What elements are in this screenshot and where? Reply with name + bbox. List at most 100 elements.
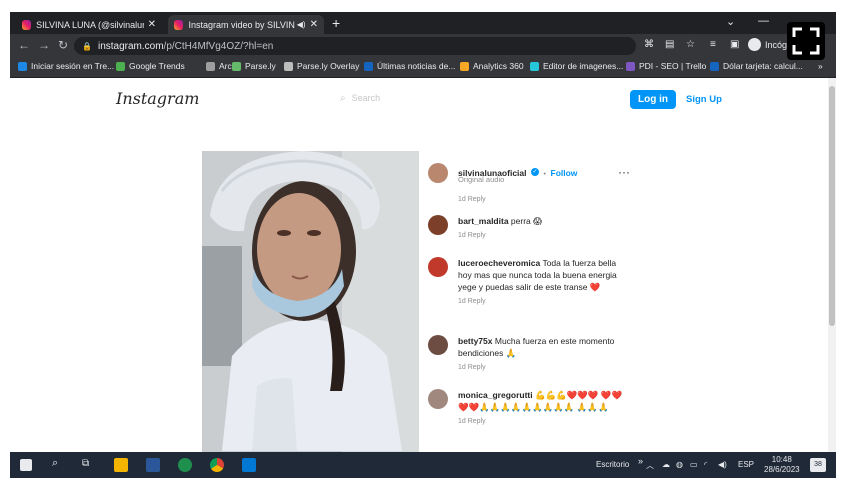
back-icon[interactable]: ← — [18, 38, 30, 52]
volume-icon[interactable]: ◀) — [718, 460, 727, 469]
search-box[interactable]: ⌕ Search — [340, 90, 450, 106]
bookmark-item[interactable]: Arc — [206, 61, 232, 71]
forward-icon[interactable]: → — [38, 38, 50, 52]
notification-center-badge[interactable]: 38 — [810, 458, 826, 472]
close-tab-icon[interactable]: ✕ — [310, 19, 318, 30]
speaker-icon[interactable]: ◀) — [297, 20, 306, 29]
close-tab-icon[interactable]: ✕ — [148, 19, 156, 30]
address-toolbar: ← → ↻ 🔒 instagram.com /p/CtH4MfVg4OZ/?hl… — [10, 34, 836, 58]
comment-meta[interactable]: 1d Reply — [458, 230, 626, 242]
bookmark-item[interactable]: Parse.ly — [232, 61, 276, 71]
reload-icon[interactable]: ↻ — [58, 38, 68, 52]
chevron-icon[interactable]: » — [638, 456, 643, 466]
tab-profile[interactable]: SILVINA LUNA (@silvinalunaofici ✕ — [16, 15, 162, 34]
signup-link[interactable]: Sign Up — [686, 94, 722, 105]
language-indicator[interactable]: ESP — [738, 460, 754, 469]
bookmark-item[interactable]: Últimas noticias de... — [364, 61, 455, 71]
file-explorer-icon[interactable] — [114, 458, 128, 472]
bookmarks-bar: Iniciar sesión en Tre... Google Trends Arc… — [10, 58, 836, 78]
qr-icon[interactable]: ⌘ — [644, 39, 654, 50]
lock-icon: 🔒 — [82, 41, 92, 51]
instagram-favicon-icon — [22, 19, 32, 30]
bookmark-label: Últimas noticias de... — [377, 61, 456, 71]
comment-username[interactable]: betty75x — [458, 336, 493, 346]
incognito-profile[interactable]: Incógn — [748, 38, 792, 51]
bookmark-item[interactable]: Analytics 360 — [460, 61, 524, 71]
bookmark-item[interactable]: Editor de imagenes... — [530, 61, 623, 71]
desktop-label[interactable]: Escritorio — [596, 460, 629, 469]
comment-meta[interactable]: 1d Reply — [458, 362, 626, 374]
video-frame-image — [202, 151, 419, 452]
avatar[interactable] — [428, 163, 448, 183]
chrome-icon[interactable] — [210, 458, 224, 472]
url-path: /p/CtH4MfVg4OZ/?hl=en — [163, 40, 274, 52]
comment-item: bart_maldita perra 😱 1d Reply — [428, 215, 628, 245]
bookmark-favicon-icon — [206, 61, 215, 71]
comment-username[interactable]: luceroecheveromica — [458, 258, 540, 268]
new-tab-button[interactable]: + — [332, 15, 340, 31]
comment-meta[interactable]: 1d Reply — [458, 416, 626, 428]
tab-title: Instagram video by SILVINA — [188, 19, 295, 30]
instagram-page: Instagram ⌕ Search Log in Sign Up silvin… — [10, 78, 836, 452]
comment-meta[interactable]: 1d Reply — [458, 296, 626, 308]
page-scrollbar[interactable] — [828, 78, 836, 452]
show-hidden-icons-icon[interactable]: ︿ — [646, 460, 654, 471]
system-clock[interactable]: 10:48 28/6/2023 — [764, 455, 800, 475]
bookmark-favicon-icon — [232, 61, 241, 71]
bookmark-label: Arc — [219, 61, 232, 71]
avatar[interactable] — [428, 335, 448, 355]
browser-window: SILVINA LUNA (@silvinalunaofici ✕ Instag… — [10, 12, 836, 478]
outlook-icon[interactable] — [242, 458, 256, 472]
bookmarks-overflow-button[interactable]: » — [818, 61, 823, 71]
instagram-logo[interactable]: Instagram — [116, 89, 199, 108]
bookmark-favicon-icon — [284, 61, 293, 71]
wifi-icon[interactable]: ◜ — [704, 460, 707, 469]
post-header: silvinalunaoficial ✓ • Follow Original a… — [428, 159, 630, 189]
incognito-icon — [748, 38, 761, 51]
avatar[interactable] — [428, 215, 448, 235]
scrollbar-thumb[interactable] — [829, 86, 835, 326]
bookmark-star-icon[interactable]: ☆ — [686, 39, 695, 50]
post-video[interactable] — [202, 151, 419, 452]
task-view-icon[interactable]: ⧉ — [82, 458, 89, 469]
minimize-icon[interactable]: — — [758, 15, 769, 27]
edge-browser-icon[interactable] — [178, 458, 192, 472]
windows-taskbar: ⌕ ⧉ Escritorio » ︿ ☁ ◍ ▭ ◜ ◀) ESP 10:48 … — [10, 452, 836, 478]
address-bar[interactable]: 🔒 instagram.com /p/CtH4MfVg4OZ/?hl=en — [74, 37, 636, 55]
bookmark-label: Google Trends — [129, 61, 185, 71]
fullscreen-icon[interactable] — [787, 22, 825, 60]
bookmark-label: Parse.ly Overlay — [297, 61, 360, 71]
battery-icon[interactable]: ▭ — [690, 460, 698, 469]
login-button[interactable]: Log in — [630, 90, 676, 109]
bookmark-label: Dólar tarjeta: calcul... — [723, 61, 803, 71]
comment-item: monica_gregorutti 💪💪💪❤️❤️❤️ ❤️❤️❤️❤️🙏🙏🙏🙏… — [428, 389, 628, 449]
tab-strip: SILVINA LUNA (@silvinalunaofici ✕ Instag… — [10, 12, 836, 34]
tab-video[interactable]: Instagram video by SILVINA ◀) ✕ — [168, 15, 324, 34]
onedrive-icon[interactable]: ☁ — [662, 460, 670, 469]
search-icon: ⌕ — [340, 92, 346, 104]
comment-username[interactable]: bart_maldita — [458, 216, 509, 226]
reading-list-icon[interactable]: ≡ — [710, 39, 716, 50]
network-icon[interactable]: ◍ — [676, 460, 683, 469]
windows-start-icon[interactable] — [20, 459, 32, 471]
bookmark-item[interactable]: PDI - SEO | Trello — [626, 61, 706, 71]
follow-button[interactable]: Follow — [551, 168, 578, 178]
bookmark-label: Analytics 360 — [473, 61, 524, 71]
clock-date: 28/6/2023 — [764, 465, 800, 474]
translate-icon[interactable]: ▤ — [665, 39, 674, 50]
avatar[interactable] — [428, 257, 448, 277]
bookmark-item[interactable]: Google Trends — [116, 61, 185, 71]
bookmark-item[interactable]: Dólar tarjeta: calcul... — [710, 61, 803, 71]
more-options-icon[interactable]: ··· — [618, 165, 630, 179]
search-icon[interactable]: ⌕ — [52, 457, 58, 470]
comment-username[interactable]: monica_gregorutti — [458, 390, 533, 400]
bookmark-item[interactable]: Parse.ly Overlay — [284, 61, 359, 71]
word-icon[interactable] — [146, 458, 160, 472]
tab-search-icon[interactable]: ⌄ — [726, 15, 735, 28]
side-panel-icon[interactable]: ▣ — [730, 39, 739, 50]
post-sidebar: silvinalunaoficial ✓ • Follow Original a… — [419, 151, 630, 452]
bookmark-item[interactable]: Iniciar sesión en Tre... — [18, 61, 114, 71]
audio-label[interactable]: Original audio — [458, 175, 504, 184]
url-domain: instagram.com — [97, 40, 164, 52]
avatar[interactable] — [428, 389, 448, 409]
